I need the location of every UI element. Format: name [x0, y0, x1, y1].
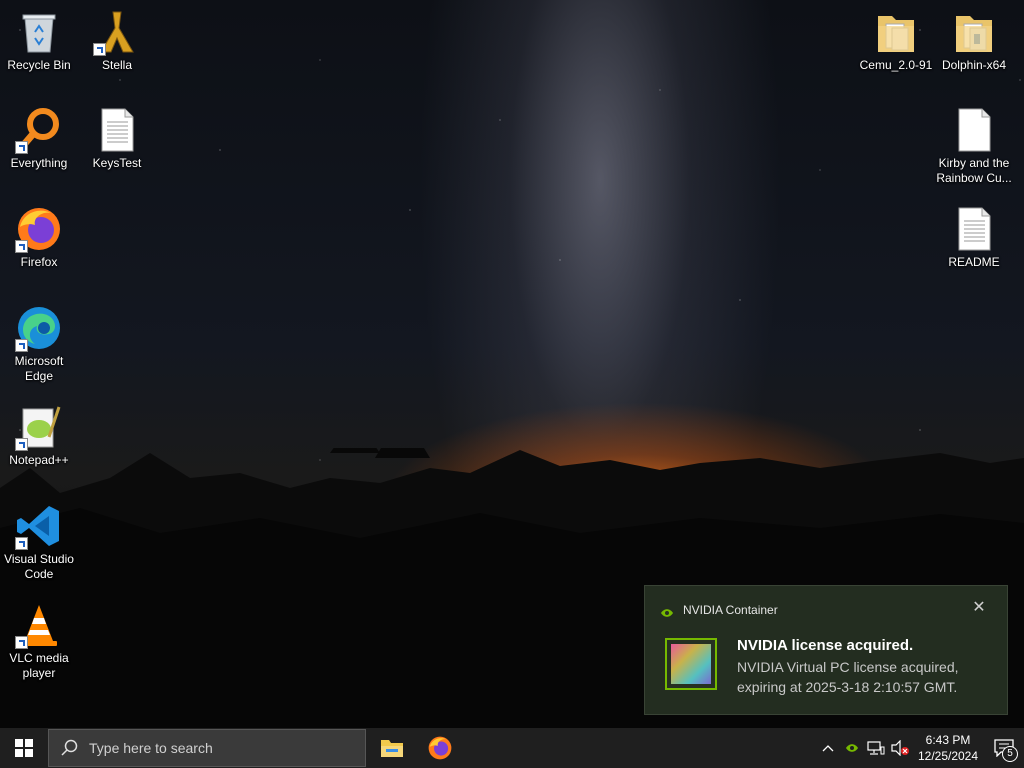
shortcut-arrow-icon [15, 537, 28, 550]
edge-icon [15, 304, 63, 352]
taskbar-firefox[interactable] [416, 728, 464, 768]
desktop-icon-stella[interactable]: Stella [79, 8, 155, 73]
desktop-icon-label: Everything [10, 156, 68, 170]
desktop-icon-label: Stella [101, 58, 133, 72]
desktop-icon-label: Visual Studio Code [4, 552, 74, 581]
desktop-icon-label: README [948, 255, 1000, 269]
nvidia-tray-icon[interactable] [840, 728, 864, 768]
nvidia-license-icon [665, 638, 717, 690]
shortcut-arrow-icon [15, 438, 28, 451]
notepad-plus-plus-icon [15, 403, 63, 451]
toast-app-name: NVIDIA Container [683, 603, 778, 617]
search-icon [61, 739, 78, 756]
recycle-bin-icon [15, 8, 63, 56]
desktop-icon-firefox[interactable]: Firefox [1, 205, 77, 270]
network-icon[interactable] [864, 728, 888, 768]
desktop-icon-keystest[interactable]: KeysTest [79, 106, 155, 171]
action-center-button[interactable]: 5 [984, 728, 1024, 768]
desktop-icon-recycle-bin[interactable]: Recycle Bin [1, 8, 77, 73]
start-button[interactable] [0, 728, 48, 768]
firefox-icon [428, 736, 452, 760]
blank-file-icon [950, 106, 998, 154]
taskbar-search-box[interactable]: Type here to search [48, 729, 366, 767]
folder-icon [950, 8, 998, 56]
show-hidden-icons-chevron-up-icon[interactable] [816, 728, 840, 768]
desktop-icon-label: VLC media player [9, 651, 69, 680]
desktop-icon-label: Kirby and the Rainbow Cu... [936, 156, 1012, 185]
shortcut-arrow-icon [93, 43, 106, 56]
toast-body: NVIDIA Virtual PC license acquired, expi… [737, 659, 959, 695]
shortcut-arrow-icon [15, 339, 28, 352]
search-placeholder: Type here to search [89, 740, 213, 756]
toast-header: NVIDIA Container [661, 603, 778, 617]
desktop-icon-label: Firefox [20, 255, 58, 269]
desktop[interactable]: Recycle Bin Everything Firefox Microsoft… [0, 0, 1024, 768]
desktop-icon-notepad-plus-plus[interactable]: Notepad++ [1, 403, 77, 468]
desktop-icon-label: Dolphin-x64 [941, 58, 1007, 72]
desktop-icon-label: Notepad++ [9, 453, 69, 467]
shortcut-arrow-icon [15, 636, 28, 649]
folder-icon [872, 8, 920, 56]
clock-time: 6:43 PM [925, 733, 971, 747]
desktop-icon-label: Microsoft Edge [14, 354, 64, 383]
desktop-icon-vlc[interactable]: VLC media player [1, 601, 77, 681]
vlc-icon [15, 601, 63, 649]
desktop-icon-label: KeysTest [92, 156, 142, 170]
desktop-icon-label: Recycle Bin [7, 58, 71, 72]
notification-count-badge: 5 [1002, 746, 1018, 762]
desktop-icon-readme[interactable]: README [936, 205, 1012, 270]
shortcut-arrow-icon [15, 141, 28, 154]
vscode-icon [15, 502, 63, 550]
everything-search-icon [15, 106, 63, 154]
desktop-icon-kirby[interactable]: Kirby and the Rainbow Cu... [936, 106, 1012, 186]
desktop-icon-microsoft-edge[interactable]: Microsoft Edge [1, 304, 77, 384]
file-explorer-icon [381, 740, 403, 757]
text-file-icon [950, 205, 998, 253]
system-tray: 6:43 PM 12/25/2024 5 [816, 728, 1024, 768]
desktop-icon-label: Cemu_2.0-91 [859, 58, 933, 72]
toast-title: NVIDIA license acquired. [737, 637, 914, 654]
firefox-icon [15, 205, 63, 253]
taskbar: Type here to search 6:43 PM 12/25/2024 5 [0, 728, 1024, 768]
taskbar-file-explorer[interactable] [368, 728, 416, 768]
shortcut-arrow-icon [15, 240, 28, 253]
desktop-icon-dolphin[interactable]: Dolphin-x64 [936, 8, 1012, 73]
desktop-icon-vscode[interactable]: Visual Studio Code [1, 502, 77, 582]
desktop-icon-everything[interactable]: Everything [1, 106, 77, 171]
text-file-icon [93, 106, 141, 154]
clock-date: 12/25/2024 [917, 749, 979, 763]
windows-logo-icon [15, 739, 33, 757]
toast-notification[interactable]: NVIDIA Container ✕ NVIDIA license acquir… [644, 585, 1008, 715]
close-icon[interactable]: ✕ [971, 600, 987, 616]
stella-icon [93, 8, 141, 56]
taskbar-clock[interactable]: 6:43 PM 12/25/2024 [912, 732, 984, 764]
nvidia-small-icon [661, 605, 673, 617]
volume-muted-icon[interactable] [888, 728, 912, 768]
desktop-icon-cemu[interactable]: Cemu_2.0-91 [858, 8, 934, 73]
